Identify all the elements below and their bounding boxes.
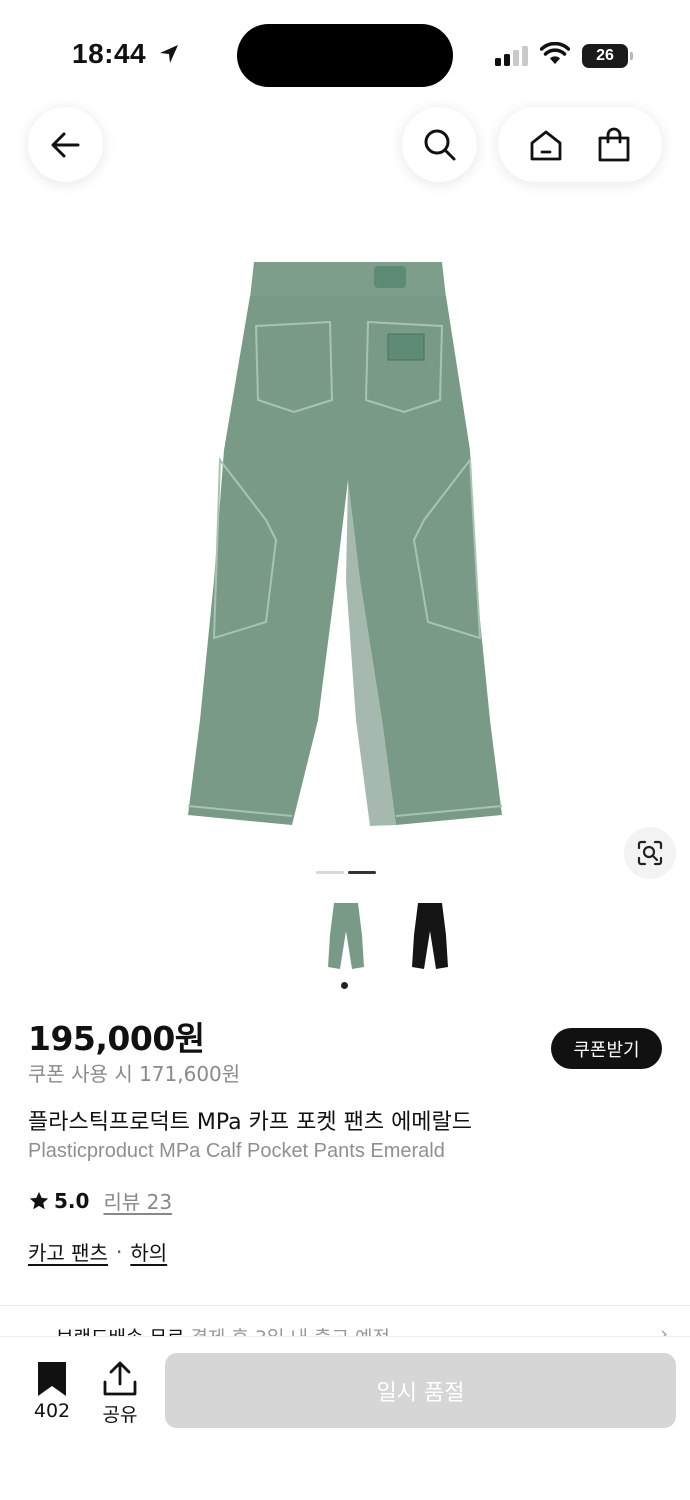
bookmark-button[interactable] [30, 1360, 74, 1402]
color-thumbnails [316, 895, 466, 980]
gallery-pager [316, 871, 376, 874]
parent-category-link[interactable]: 하의 [130, 1237, 167, 1266]
pager-dot-active [348, 871, 376, 874]
share-label: 공유 [102, 1404, 138, 1426]
thumbnail-black[interactable] [400, 895, 460, 975]
share-icon [103, 1361, 137, 1396]
image-search-button[interactable] [624, 827, 676, 879]
selected-thumbnail-dot [341, 982, 348, 989]
home-icon[interactable] [528, 127, 564, 163]
review-link[interactable]: 리뷰 23 [103, 1186, 172, 1215]
battery-icon: 26 [582, 44, 633, 68]
thumbnail-emerald[interactable] [316, 895, 376, 975]
location-arrow-icon [160, 45, 178, 63]
bookmark-icon [38, 1362, 66, 1396]
clock: 18:44 [72, 38, 147, 69]
back-button[interactable] [28, 107, 103, 182]
product-image[interactable] [170, 250, 520, 840]
dynamic-island [237, 24, 453, 87]
product-title-en: Plasticproduct MPa Calf Pocket Pants Eme… [28, 1140, 445, 1162]
soldout-button[interactable]: 일시 품절 [165, 1353, 676, 1428]
pager-dot [316, 871, 344, 874]
nav-pill-group [498, 107, 662, 182]
star-icon [29, 1191, 49, 1209]
rating-value: 5.0 [54, 1188, 90, 1213]
product-price: 195,000원 [28, 1019, 205, 1058]
status-bar: 18:44 26 [0, 0, 690, 110]
arrow-left-icon [51, 132, 79, 157]
coupon-price: 쿠폰 사용 시 171,600원 [28, 1062, 241, 1086]
product-title-ko: 플라스틱프로덕트 MPa 카프 포켓 팬츠 에메랄드 [28, 1110, 473, 1135]
share-button[interactable] [100, 1360, 140, 1402]
get-coupon-button[interactable]: 쿠폰받기 [551, 1028, 662, 1069]
section-divider [0, 1305, 690, 1306]
search-button[interactable] [402, 107, 477, 182]
category-separator: · [115, 1239, 123, 1264]
category-link[interactable]: 카고 팬츠 [28, 1237, 108, 1266]
rating-row: 5.0 리뷰 23 [28, 1186, 172, 1215]
search-icon [424, 129, 455, 160]
bookmark-count: 402 [33, 1400, 71, 1422]
shopping-bag-icon[interactable] [596, 127, 632, 163]
wifi-icon [540, 42, 570, 64]
category-breadcrumb: 카고 팬츠 · 하의 [28, 1237, 167, 1266]
camera-lens-icon [637, 840, 663, 866]
signal-icon [495, 44, 529, 66]
